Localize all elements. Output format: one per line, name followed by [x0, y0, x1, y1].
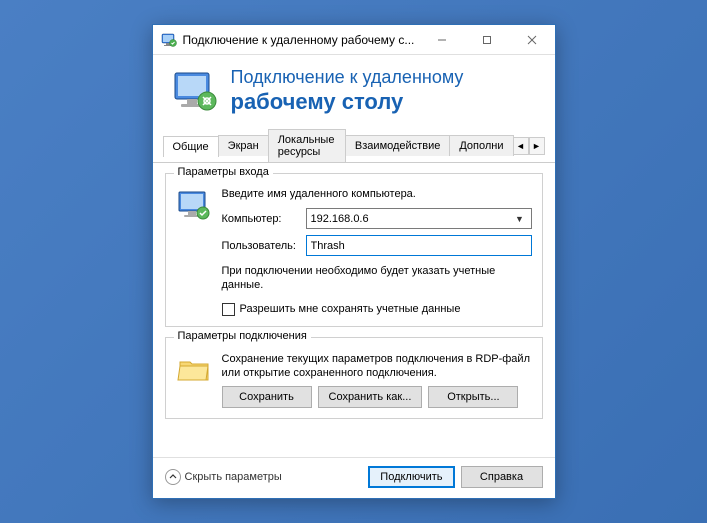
- save-button[interactable]: Сохранить: [222, 386, 312, 408]
- hide-options-label: Скрыть параметры: [185, 471, 282, 483]
- rdp-window: Подключение к удаленному рабочему с... П…: [152, 24, 556, 499]
- tab-local-resources[interactable]: Локальные ресурсы: [268, 129, 346, 162]
- computer-label: Компьютер:: [222, 213, 300, 225]
- minimize-button[interactable]: [420, 25, 465, 55]
- help-button[interactable]: Справка: [461, 466, 543, 488]
- footer: Скрыть параметры Подключить Справка: [153, 457, 555, 498]
- header: Подключение к удаленному рабочему столу: [153, 55, 555, 129]
- computer-combo[interactable]: ▼: [306, 208, 532, 229]
- credentials-note: При подключении необходимо будет указать…: [222, 264, 532, 293]
- hide-options-link[interactable]: Скрыть параметры: [165, 469, 282, 485]
- chevron-up-icon: [165, 469, 181, 485]
- connection-groupbox: Параметры подключения Сохранение текущих…: [165, 337, 543, 420]
- login-group-title: Параметры входа: [174, 166, 273, 178]
- computer-input[interactable]: [311, 213, 513, 225]
- save-credentials-label: Разрешить мне сохранять учетные данные: [240, 303, 461, 315]
- computer-icon: [176, 188, 212, 224]
- save-as-button[interactable]: Сохранить как...: [318, 386, 423, 408]
- tab-general[interactable]: Общие: [163, 136, 219, 157]
- titlebar[interactable]: Подключение к удаленному рабочему с...: [153, 25, 555, 55]
- login-groupbox: Параметры входа Введите имя удаленного к…: [165, 173, 543, 327]
- save-credentials-checkbox[interactable]: [222, 303, 235, 316]
- tabs-scroll-right[interactable]: ►: [529, 137, 545, 155]
- tabs: Общие Экран Локальные ресурсы Взаимодейс…: [153, 129, 555, 163]
- window-title: Подключение к удаленному рабочему с...: [183, 33, 420, 47]
- login-instruction: Введите имя удаленного компьютера.: [222, 188, 532, 200]
- folder-icon: [176, 352, 212, 388]
- maximize-button[interactable]: [465, 25, 510, 55]
- user-input[interactable]: [311, 236, 527, 255]
- connection-group-title: Параметры подключения: [174, 330, 311, 342]
- user-label: Пользователь:: [222, 240, 300, 252]
- rdp-icon-small: [161, 32, 177, 48]
- header-line1: Подключение к удаленному: [231, 67, 464, 89]
- connection-description: Сохранение текущих параметров подключени…: [222, 352, 532, 381]
- tab-experience[interactable]: Взаимодействие: [345, 135, 450, 156]
- rdp-icon-large: [171, 67, 219, 115]
- tab-advanced[interactable]: Дополни: [449, 135, 513, 156]
- chevron-down-icon[interactable]: ▼: [513, 214, 527, 224]
- user-field[interactable]: [306, 235, 532, 256]
- tab-display[interactable]: Экран: [218, 135, 269, 156]
- connect-button[interactable]: Подключить: [368, 466, 454, 488]
- close-button[interactable]: [510, 25, 555, 55]
- header-line2: рабочему столу: [231, 89, 464, 115]
- tabs-scroll-left[interactable]: ◄: [513, 137, 529, 155]
- open-button[interactable]: Открыть...: [428, 386, 518, 408]
